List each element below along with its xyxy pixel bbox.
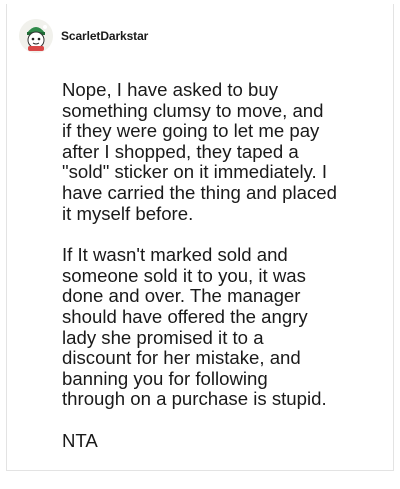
comment-paragraph-3: NTA [62, 429, 98, 451]
comment-body: Nope, I have asked to buy something clum… [62, 79, 382, 473]
avatar-icon[interactable] [19, 19, 53, 53]
username[interactable]: ScarletDarkstar [61, 29, 148, 43]
bottom-divider [6, 470, 394, 471]
comment-paragraph-1: Nope, I have asked to buy something clum… [62, 79, 337, 224]
comment-header: ScarletDarkstar [19, 16, 148, 56]
comment-paragraph-2: If It wasn't marked sold and someone sol… [62, 244, 327, 410]
comment-card: ScarletDarkstar Nope, I have asked to bu… [6, 4, 394, 470]
